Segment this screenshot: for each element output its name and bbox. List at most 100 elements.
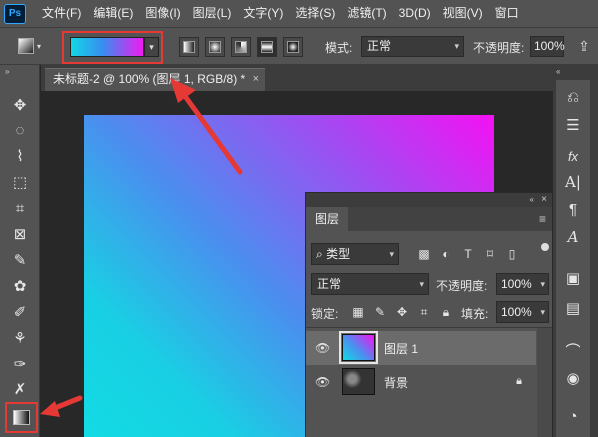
polygonal-lasso-tool-icon[interactable]: ⌇ xyxy=(9,145,31,167)
ellipse-marquee-tool-icon[interactable]: ◌ xyxy=(9,119,31,141)
close-icon[interactable]: × xyxy=(253,69,259,90)
filter-value: 类型 xyxy=(326,247,351,261)
opacity-label: 不透明度: xyxy=(473,41,525,55)
layer-name[interactable]: 背景 xyxy=(384,374,408,391)
menu-edit[interactable]: 编辑(E) xyxy=(87,0,139,27)
type-layer-filter-icon[interactable]: T xyxy=(461,246,475,262)
pixel-layer-filter-icon[interactable]: ▩ xyxy=(417,246,431,262)
shape-layer-filter-icon[interactable]: ⌑ xyxy=(483,246,497,262)
move-tool-icon[interactable]: ✥ xyxy=(9,94,31,116)
reflected-gradient-button[interactable] xyxy=(257,37,277,57)
eyedropper-tool-icon[interactable]: ✎ xyxy=(9,249,31,271)
mode-label: 模式: xyxy=(325,41,353,55)
gradient-tool-icon xyxy=(13,410,30,425)
eye-icon[interactable]: 👁︎ xyxy=(315,341,330,355)
menu-window[interactable]: 窗口 xyxy=(489,0,525,27)
collapse-icon[interactable]: » xyxy=(5,67,9,76)
crop-tool-icon[interactable]: ⌗ xyxy=(9,197,31,219)
document-title: 未标题-2 @ 100% (图层 1, RGB/8) * xyxy=(53,72,246,86)
layer-opacity-input[interactable]: 100% ▾ xyxy=(496,273,549,295)
fill-value: 100% xyxy=(501,305,532,319)
chevron-down-icon: ▾ xyxy=(37,41,42,51)
styles-fx-icon[interactable]: fx xyxy=(562,145,584,167)
menu-type[interactable]: 文字(Y) xyxy=(237,0,289,27)
learn-panel-icon[interactable]: ◔ xyxy=(562,405,584,427)
tool-preset-picker[interactable]: ▾ xyxy=(18,35,48,57)
linear-gradient-icon xyxy=(183,41,195,53)
gradient-editor-swatch[interactable] xyxy=(70,37,144,57)
layer-thumbnail xyxy=(339,331,378,364)
menu-image[interactable]: 图像(I) xyxy=(139,0,186,27)
channels-panel-icon[interactable]: ◉ xyxy=(562,367,584,389)
swatches-panel-icon[interactable]: ▣ xyxy=(562,267,584,289)
options-bar: ▾ ▾ 模式: 正常 ▾ 不透明度: 100% ⇪ xyxy=(0,27,598,65)
lock-icon[interactable]: 🔒︎ xyxy=(516,375,522,388)
angle-gradient-button[interactable] xyxy=(231,37,251,57)
menu-layer[interactable]: 图层(L) xyxy=(187,0,238,27)
lock-position-icon[interactable]: ✥ xyxy=(395,304,409,320)
collapse-panel-icon[interactable]: « xyxy=(530,193,534,207)
layer-row[interactable]: 👁︎ 背景 🔒︎ xyxy=(306,365,536,399)
layer-filter-select[interactable]: ⌕ 类型 ▾ xyxy=(311,243,399,265)
layer-opacity-value: 100% xyxy=(501,277,532,291)
lock-label: 锁定: xyxy=(311,307,339,321)
panel-menu-icon[interactable]: ≡ xyxy=(539,212,546,226)
layer-row[interactable]: 👁︎ 图层 1 xyxy=(306,331,536,365)
tab-layers[interactable]: 图层 xyxy=(306,207,348,231)
character-panel-icon[interactable]: A| xyxy=(562,171,584,193)
smart-object-filter-icon[interactable]: ▯ xyxy=(505,246,519,262)
menu-bar: Ps 文件(F) 编辑(E) 图像(I) 图层(L) 文字(Y) 选择(S) 滤… xyxy=(0,0,598,27)
collapse-icon[interactable]: « xyxy=(556,67,560,76)
clone-stamp-tool-icon[interactable]: ⚘ xyxy=(9,327,31,349)
layer-name[interactable]: 图层 1 xyxy=(384,340,418,357)
adjustment-layer-filter-icon[interactable]: ◐ xyxy=(439,246,453,262)
opacity-input[interactable]: 100% xyxy=(530,36,565,57)
frame-tool-icon[interactable]: ⊠ xyxy=(9,223,31,245)
healing-brush-tool-icon[interactable]: ✿ xyxy=(9,275,31,297)
menu-view[interactable]: 视图(V) xyxy=(437,0,489,27)
angle-gradient-icon xyxy=(235,41,247,53)
close-icon[interactable]: × xyxy=(541,193,547,207)
adjustments-panel-icon[interactable]: ☰ xyxy=(562,114,584,136)
radial-gradient-button[interactable] xyxy=(205,37,225,57)
document-tab-bar: » 未标题-2 @ 100% (图层 1, RGB/8) * × xyxy=(41,65,553,91)
libraries-panel-icon[interactable]: ▤ xyxy=(562,297,584,319)
chevron-down-icon: ▾ xyxy=(389,249,394,259)
menu-3d[interactable]: 3D(D) xyxy=(393,0,437,27)
brush-tool-icon[interactable]: ✐ xyxy=(9,301,31,323)
mode-select[interactable]: 正常 ▾ xyxy=(361,36,464,57)
gradient-tool-icon xyxy=(18,38,34,54)
menu-filter[interactable]: 滤镜(T) xyxy=(341,0,392,27)
eye-icon[interactable]: 👁︎ xyxy=(315,375,330,389)
history-panel-icon[interactable]: ⎌ xyxy=(562,86,584,108)
linear-gradient-button[interactable] xyxy=(179,37,199,57)
lock-transparent-pixels-icon[interactable]: ▦ xyxy=(351,304,365,320)
diamond-gradient-button[interactable] xyxy=(283,37,303,57)
paths-panel-icon[interactable]: ⌒ xyxy=(562,339,584,361)
document-tab[interactable]: 未标题-2 @ 100% (图层 1, RGB/8) * × xyxy=(45,68,265,91)
gradient-tool-button[interactable] xyxy=(5,402,38,433)
menu-select[interactable]: 选择(S) xyxy=(289,0,341,27)
gradient-picker-dropdown[interactable]: ▾ xyxy=(144,37,159,57)
blend-mode-select[interactable]: 正常 ▾ xyxy=(311,273,429,295)
fill-label: 填充: xyxy=(461,307,489,321)
share-upload-icon[interactable]: ⇪ xyxy=(576,38,592,54)
chevron-down-icon: ▾ xyxy=(540,279,545,289)
toggle-dot-icon xyxy=(541,243,549,251)
filter-toggle[interactable] xyxy=(541,243,549,261)
glyphs-panel-icon[interactable]: A xyxy=(562,226,584,248)
eraser-tool-icon[interactable]: ✗ xyxy=(9,378,31,400)
layers-panel: « × 图层 ≡ ⌕ 类型 ▾ ▩ ◐ T ⌑ ▯ 正常 ▾ 不透明度: 100… xyxy=(305,192,553,437)
menu-file[interactable]: 文件(F) xyxy=(36,0,87,27)
fill-input[interactable]: 100% ▾ xyxy=(496,301,549,323)
panel-title-bar: « × xyxy=(306,193,552,207)
lock-all-icon[interactable]: 🔒︎ xyxy=(439,304,453,320)
layer-thumbnail xyxy=(342,368,375,395)
history-brush-tool-icon[interactable]: ✑ xyxy=(9,353,31,375)
lock-artboard-icon[interactable]: ⌗ xyxy=(417,304,431,320)
quick-selection-tool-icon[interactable]: ⬚ xyxy=(9,171,31,193)
scrollbar[interactable] xyxy=(537,328,552,437)
paragraph-panel-icon[interactable]: ¶ xyxy=(562,198,584,220)
blend-mode-value: 正常 xyxy=(317,277,342,291)
lock-image-pixels-icon[interactable]: ✎ xyxy=(373,304,387,320)
